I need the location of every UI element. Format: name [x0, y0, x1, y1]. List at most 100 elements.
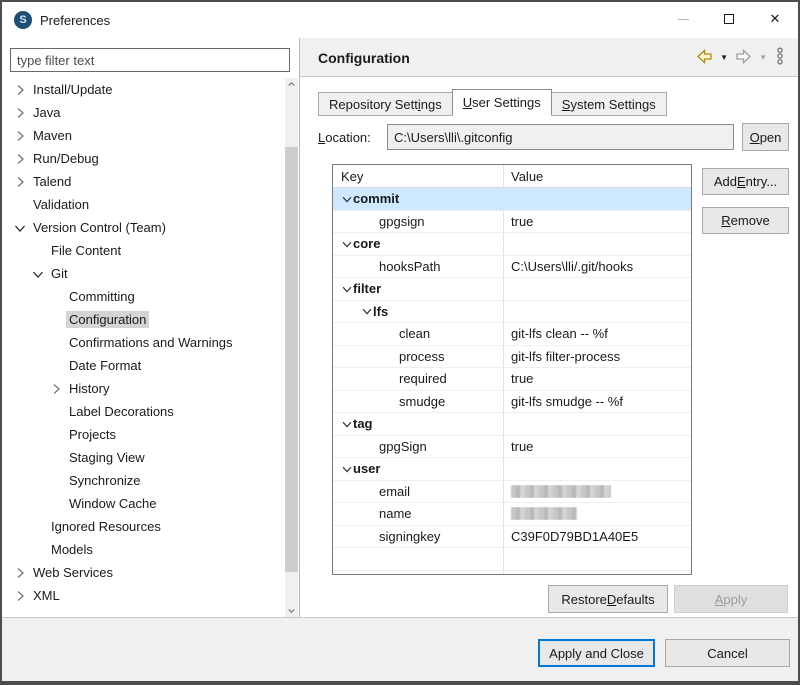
tree-item[interactable]: Confirmations and Warnings [4, 331, 284, 354]
tree-item[interactable]: Git [4, 262, 284, 285]
minimize-button[interactable] [660, 2, 706, 36]
tree-item[interactable]: File Content [4, 239, 284, 262]
title-bar: S Preferences ✕ [2, 2, 798, 38]
tree-chevron-icon[interactable] [12, 105, 28, 121]
table-row[interactable]: clean git-lfs clean -- %f [333, 323, 691, 346]
row-key: commit [353, 191, 399, 206]
add-entry-button[interactable]: Add Entry... [702, 168, 789, 195]
table-row[interactable]: gpgsign true [333, 211, 691, 234]
tree-item-label: Ignored Resources [48, 518, 164, 535]
tree-item[interactable]: History [4, 377, 284, 400]
tree-item[interactable]: Web Services [4, 561, 284, 584]
row-chevron-icon[interactable] [338, 192, 354, 206]
row-key: lfs [373, 304, 388, 319]
row-chevron-icon[interactable] [338, 237, 354, 251]
panel-divider [299, 38, 300, 617]
tree-item[interactable]: Synchronize [4, 469, 284, 492]
cancel-button[interactable]: Cancel [665, 639, 790, 667]
row-key: email [379, 484, 410, 499]
tree-item[interactable]: Run/Debug [4, 147, 284, 170]
row-value: true [511, 439, 533, 454]
table-row[interactable]: required true [333, 368, 691, 391]
table-row[interactable]: core [333, 233, 691, 256]
tree-chevron-icon[interactable] [12, 128, 28, 144]
tree-item[interactable]: Java [4, 101, 284, 124]
row-key: user [353, 461, 380, 476]
view-menu-icon[interactable] [774, 47, 786, 68]
tree-chevron-icon[interactable] [12, 565, 28, 581]
table-row[interactable]: user [333, 458, 691, 481]
forward-dropdown-icon[interactable]: ▼ [759, 53, 767, 62]
tree-chevron-icon[interactable] [30, 266, 46, 282]
table-row[interactable]: tag [333, 413, 691, 436]
minimize-icon [678, 19, 689, 20]
open-button[interactable]: Open [742, 123, 789, 151]
table-row[interactable]: name [333, 503, 691, 526]
scroll-down-icon[interactable] [285, 604, 298, 617]
column-header-key[interactable]: Key [333, 169, 503, 184]
table-row[interactable]: filter [333, 278, 691, 301]
tab[interactable]: Repository Settings [318, 92, 453, 116]
tree-item[interactable]: Window Cache [4, 492, 284, 515]
row-key: smudge [399, 394, 445, 409]
settings-tabs: Repository SettingsUser SettingsSystem S… [318, 89, 667, 116]
table-row[interactable]: gpgSign true [333, 436, 691, 459]
row-chevron-icon[interactable] [338, 282, 354, 296]
table-body: commit gpgsign true core [333, 188, 691, 571]
tree-item[interactable]: Projects [4, 423, 284, 446]
table-row[interactable]: signingkey C39F0D79BD1A40E5 [333, 526, 691, 549]
tree-item[interactable]: Date Format [4, 354, 284, 377]
tab[interactable]: System Settings [551, 92, 667, 116]
back-icon[interactable] [696, 49, 713, 67]
tree-item[interactable]: Models [4, 538, 284, 561]
table-row[interactable]: commit [333, 188, 691, 211]
row-value: true [511, 214, 533, 229]
tree-chevron-icon[interactable] [12, 82, 28, 98]
tree-item[interactable]: Maven [4, 124, 284, 147]
location-field[interactable] [387, 124, 734, 150]
tab[interactable]: User Settings [452, 89, 552, 116]
tree-chevron-icon[interactable] [48, 381, 64, 397]
tree-chevron-icon[interactable] [12, 151, 28, 167]
remove-button[interactable]: Remove [702, 207, 789, 234]
tree-item[interactable]: Validation [4, 193, 284, 216]
scroll-thumb[interactable] [285, 147, 298, 572]
column-header-value[interactable]: Value [503, 169, 691, 184]
table-row[interactable]: process git-lfs filter-process [333, 346, 691, 369]
row-key: hooksPath [379, 259, 440, 274]
tree-chevron-icon[interactable] [12, 588, 28, 604]
tree-scrollbar[interactable] [285, 78, 298, 617]
tree-item[interactable]: Install/Update [4, 78, 284, 101]
tree-item[interactable]: XML [4, 584, 284, 607]
tree-chevron-icon[interactable] [12, 174, 28, 190]
row-value: git-lfs smudge -- %f [511, 394, 623, 409]
tree-chevron-icon[interactable] [12, 220, 28, 236]
table-row[interactable]: lfs [333, 301, 691, 324]
table-header: Key Value [333, 165, 691, 188]
row-chevron-icon[interactable] [338, 462, 354, 476]
forward-icon[interactable] [735, 49, 752, 67]
tree-item[interactable]: Label Decorations [4, 400, 284, 423]
table-row[interactable]: email [333, 481, 691, 504]
tree-item[interactable]: Committing [4, 285, 284, 308]
tree-item-label: Window Cache [66, 495, 159, 512]
tree-item-label: Confirmations and Warnings [66, 334, 236, 351]
row-chevron-icon[interactable] [338, 417, 354, 431]
tree-item[interactable]: Configuration [4, 308, 284, 331]
window-title: Preferences [40, 2, 110, 38]
table-row[interactable]: hooksPath C:\Users\lli/.git/hooks [333, 256, 691, 279]
table-row[interactable]: smudge git-lfs smudge -- %f [333, 391, 691, 414]
tree-item[interactable]: Version Control (Team) [4, 216, 284, 239]
restore-defaults-button[interactable]: Restore Defaults [548, 585, 668, 613]
filter-input[interactable] [10, 48, 290, 72]
scroll-up-icon[interactable] [285, 78, 298, 91]
tree-item-label: Install/Update [30, 81, 116, 98]
apply-and-close-button[interactable]: Apply and Close [538, 639, 655, 667]
tree-item[interactable]: Talend [4, 170, 284, 193]
maximize-button[interactable] [706, 2, 752, 36]
close-button[interactable]: ✕ [752, 2, 798, 36]
tree-item[interactable]: Staging View [4, 446, 284, 469]
back-dropdown-icon[interactable]: ▼ [720, 53, 728, 62]
row-chevron-icon[interactable] [358, 304, 374, 318]
tree-item[interactable]: Ignored Resources [4, 515, 284, 538]
